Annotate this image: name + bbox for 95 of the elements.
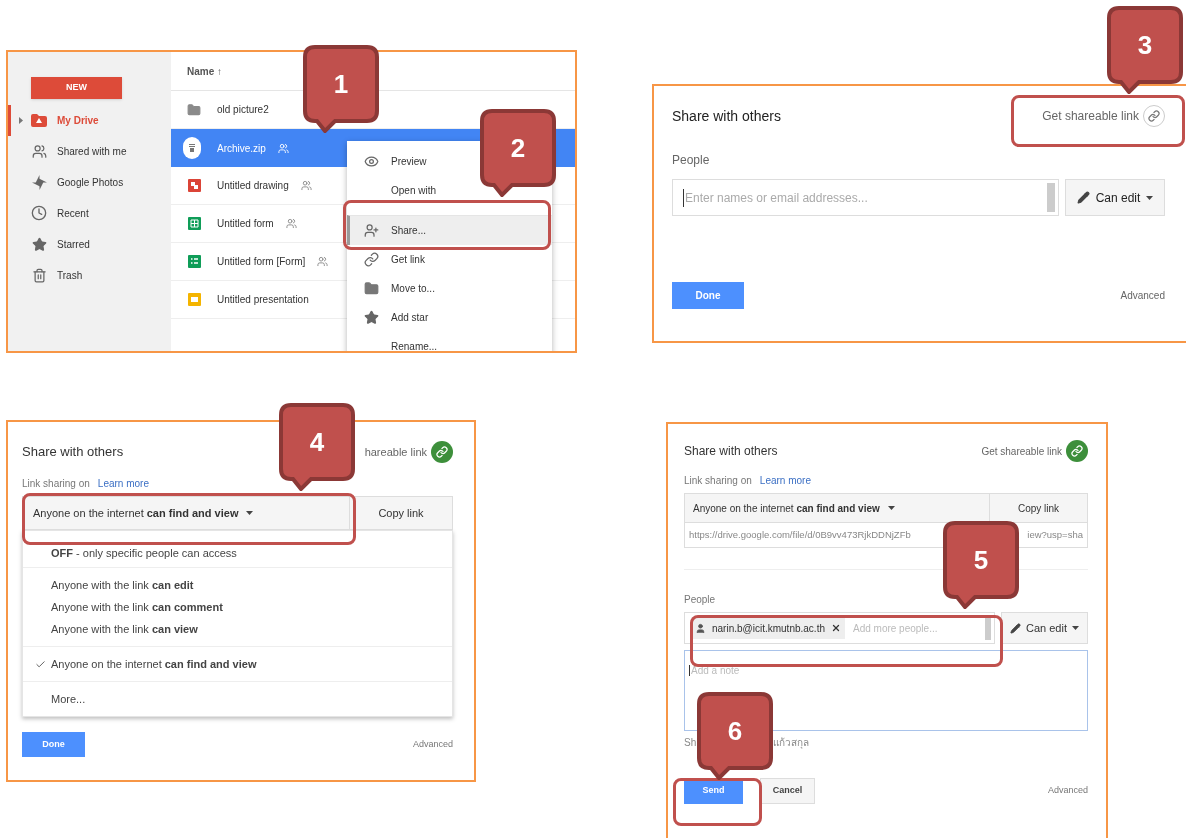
dialog-title: Share with others: [672, 106, 781, 126]
link-status: Link sharing on: [22, 477, 90, 491]
menu-item[interactable]: Share...: [347, 215, 552, 245]
recipient-chip[interactable]: narin.b@icit.kmutnb.ac.th: [691, 617, 845, 639]
slides-file-icon: [187, 293, 201, 306]
drive-folder-icon: [31, 113, 47, 127]
people-label: People: [672, 152, 711, 169]
step-number-tooltip: 6: [697, 692, 773, 780]
access-option[interactable]: Anyone with the link can edit: [23, 574, 452, 596]
access-option[interactable]: OFF - only specific people can access: [23, 542, 452, 564]
nav-label: Trash: [57, 268, 83, 283]
get-link-label[interactable]: Get shareable link: [1042, 107, 1139, 125]
notice-text: แก้วสกุล: [773, 736, 810, 750]
link-icon[interactable]: [1143, 105, 1165, 127]
advanced-link[interactable]: Advanced: [1047, 784, 1088, 798]
access-option[interactable]: Anyone with the link can view: [23, 618, 452, 640]
cancel-button[interactable]: Cancel: [760, 778, 815, 804]
link-icon[interactable]: [431, 441, 453, 463]
file-name: Archive.zip: [217, 141, 266, 156]
permission-dropdown[interactable]: Can edit: [1001, 612, 1088, 644]
menu-item[interactable]: Add star: [347, 303, 552, 332]
nav-label: Starred: [57, 237, 90, 252]
remove-icon[interactable]: [831, 623, 841, 633]
get-link-label[interactable]: Get shareable link: [981, 443, 1062, 459]
nav-item[interactable]: Google Photos: [8, 166, 171, 198]
caret-icon: [246, 511, 254, 515]
pencil-icon: [1076, 191, 1090, 204]
file-name: old picture2: [217, 103, 269, 117]
file-name: Untitled presentation: [217, 293, 309, 307]
link-status: Link sharing on: [684, 474, 752, 488]
check-icon: [34, 658, 46, 670]
advanced-link[interactable]: Advanced: [1120, 288, 1165, 303]
expand-arrow-icon[interactable]: [19, 116, 23, 124]
access-option[interactable]: Anyone on the internet can find and view: [23, 653, 452, 675]
access-option[interactable]: Anyone with the link can comment: [23, 596, 452, 618]
file-name: Untitled form [Form]: [217, 255, 306, 269]
access-dropdown[interactable]: Anyone on the internet can find and view: [684, 493, 990, 523]
step-number-tooltip: 5: [943, 521, 1019, 609]
sheet-file-icon: [187, 217, 201, 230]
file-name: Untitled drawing: [217, 179, 289, 193]
person-icon: [695, 622, 706, 634]
access-option[interactable]: More...: [23, 688, 452, 710]
caret-icon: [1072, 626, 1079, 630]
form-file-icon: [187, 255, 201, 268]
learn-more-link[interactable]: Learn more: [759, 473, 811, 488]
get-link-label[interactable]: hareable link: [364, 443, 427, 461]
people-label: People: [684, 593, 717, 607]
step-number-tooltip: 1: [303, 45, 379, 133]
advanced-link[interactable]: Advanced: [412, 737, 453, 752]
menu-item[interactable]: Get link: [347, 245, 552, 274]
nav-label: Recent: [57, 206, 89, 221]
trash-icon: [31, 267, 47, 283]
star-icon: [31, 236, 47, 252]
nav-item[interactable]: Starred: [8, 228, 171, 260]
nav-label: My Drive: [57, 113, 99, 128]
star-icon: [363, 310, 379, 325]
step-number-tooltip: 3: [1107, 6, 1183, 94]
step-number-tooltip: 4: [279, 403, 355, 491]
copy-link-button[interactable]: Copy link: [990, 493, 1088, 523]
people-input[interactable]: narin.b@icit.kmutnb.ac.th Add more people...: [684, 612, 995, 644]
folder-icon: [187, 102, 201, 117]
add-person-icon: [363, 223, 379, 238]
menu-item[interactable]: Rename...: [347, 332, 552, 351]
menu-item[interactable]: Move to...: [347, 274, 552, 303]
folder-icon: [363, 281, 379, 296]
link-icon[interactable]: [1066, 440, 1088, 462]
copy-link-button[interactable]: Copy link: [350, 496, 453, 530]
new-button[interactable]: NEW: [31, 76, 122, 99]
nav-label: Google Photos: [57, 175, 124, 190]
link-icon: [363, 252, 379, 267]
column-header[interactable]: Name ↑: [187, 63, 222, 79]
pencil-icon: [1010, 622, 1021, 634]
eye-icon: [363, 154, 379, 169]
caret-icon: [1146, 195, 1154, 200]
file-name: Untitled form: [217, 217, 274, 231]
nav-item[interactable]: Shared with me: [8, 135, 171, 167]
scrollbar: [1047, 183, 1055, 212]
step-number-tooltip: 2: [480, 109, 556, 197]
clock-icon: [31, 205, 47, 222]
nav-item[interactable]: Trash: [8, 259, 171, 291]
caret-icon: [887, 506, 895, 510]
drawing-file-icon: [187, 179, 201, 192]
pinwheel-icon: [31, 174, 47, 190]
people-icon: [31, 143, 47, 159]
access-dropdown[interactable]: Anyone on the internet can find and view: [22, 496, 350, 530]
nav-item[interactable]: Recent: [8, 197, 171, 229]
dialog-title: Share with others: [684, 443, 778, 460]
notice-text: Sh: [684, 736, 697, 750]
learn-more-link[interactable]: Learn more: [97, 476, 149, 491]
nav-item[interactable]: My Drive: [8, 104, 171, 136]
zip-file-icon: [183, 137, 201, 159]
permission-dropdown[interactable]: Can edit: [1065, 179, 1165, 216]
nav-label: Shared with me: [57, 144, 127, 159]
scrollbar: [985, 616, 991, 640]
dialog-title: Share with others: [22, 443, 124, 462]
